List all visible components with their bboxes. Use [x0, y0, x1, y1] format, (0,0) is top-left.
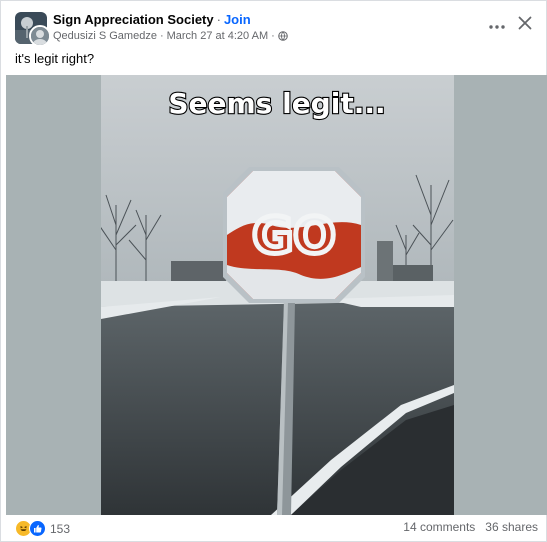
post-footer: 153 14 comments 36 shares — [1, 515, 546, 541]
reaction-count: 153 — [50, 521, 71, 536]
shares-link[interactable]: 36 shares — [485, 520, 538, 534]
post-timestamp-link[interactable]: March 27 at 4:20 AM — [167, 30, 269, 42]
more-options-icon — [489, 16, 505, 34]
post-card: Sign Appreciation Society · Join Qedusizi … — [0, 0, 547, 542]
close-button[interactable] — [513, 13, 537, 37]
comments-link[interactable]: 14 comments — [403, 520, 475, 534]
snowy-stop-sign: GO — [223, 167, 365, 303]
close-icon — [518, 16, 532, 35]
title-separator: · — [216, 12, 221, 27]
post-image[interactable]: GO Seems legit... — [6, 75, 547, 515]
post-meta-line: Qedusizi S Gamedze · March 27 at 4:20 AM · — [53, 30, 288, 44]
meme-photo: GO Seems legit... — [101, 75, 454, 515]
author-avatar[interactable] — [29, 25, 51, 47]
post-header: Sign Appreciation Society · Join Qedusizi … — [1, 1, 546, 47]
reactions-summary[interactable]: 153 — [15, 520, 70, 537]
post-caption: it's legit right? — [15, 51, 95, 66]
post-title-line: Sign Appreciation Society · Join — [53, 12, 251, 27]
meta-separator: · — [271, 30, 275, 42]
engagement-stats: 14 comments 36 shares — [403, 520, 538, 534]
more-options-button[interactable] — [485, 13, 509, 37]
like-icon — [29, 520, 46, 537]
meme-caption: Seems legit... — [168, 87, 385, 120]
join-link[interactable]: Join — [224, 12, 251, 27]
author-name-link[interactable]: Qedusizi S Gamedze — [53, 30, 157, 42]
sign-text: GO — [252, 207, 336, 265]
meta-separator: · — [159, 30, 164, 42]
group-name-link[interactable]: Sign Appreciation Society — [53, 12, 214, 27]
globe-icon — [277, 31, 288, 44]
